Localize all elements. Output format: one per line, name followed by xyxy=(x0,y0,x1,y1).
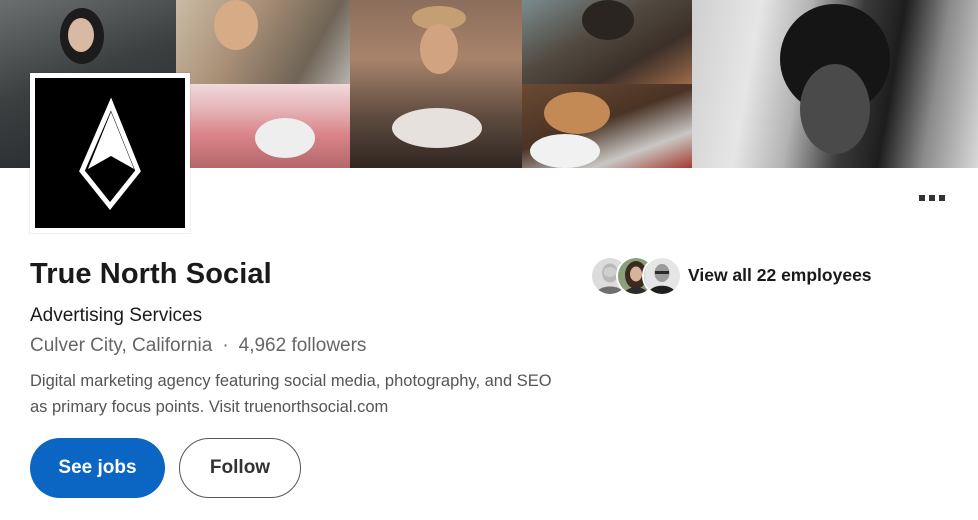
avatar xyxy=(642,256,682,296)
cover-figure xyxy=(544,92,610,134)
logo-background xyxy=(35,78,185,228)
company-name: True North Social xyxy=(30,258,272,290)
compass-arrow-logo-icon xyxy=(79,97,141,211)
view-employees-label: View all 22 employees xyxy=(688,264,872,285)
company-logo[interactable] xyxy=(30,73,190,233)
view-employees-link[interactable]: View all 22 employees xyxy=(590,255,872,296)
cover-figure xyxy=(420,24,458,74)
cover-figure xyxy=(582,0,634,40)
see-jobs-button[interactable]: See jobs xyxy=(30,438,165,498)
cover-figure xyxy=(530,134,600,168)
cover-figure xyxy=(68,18,94,52)
cover-figure xyxy=(800,64,870,154)
ellipsis-icon xyxy=(919,195,945,201)
cover-figure xyxy=(255,118,315,158)
more-options-button[interactable] xyxy=(912,186,952,210)
company-location: Culver City, California xyxy=(30,335,213,356)
company-meta: Culver City, California · 4,962 followers xyxy=(30,335,366,357)
follower-count: 4,962 followers xyxy=(238,335,367,356)
cover-figure xyxy=(214,0,258,50)
follow-button[interactable]: Follow xyxy=(179,438,301,498)
meta-separator: · xyxy=(222,335,229,356)
cover-photo-tile xyxy=(176,0,350,84)
company-tagline: Digital marketing agency featuring socia… xyxy=(30,372,552,416)
cover-figure xyxy=(392,108,482,148)
employee-avatar-3-icon xyxy=(644,258,680,294)
company-industry: Advertising Services xyxy=(30,305,203,326)
company-profile-card: True North Social Advertising Services C… xyxy=(0,0,978,520)
employee-avatar-stack xyxy=(590,255,682,296)
